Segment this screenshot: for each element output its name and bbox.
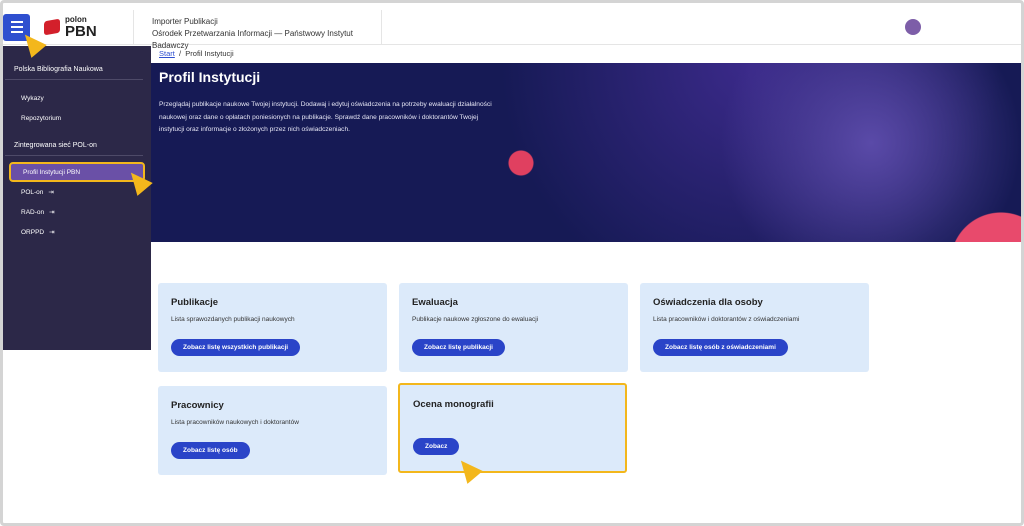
view-all-publications-button[interactable]: Zobacz listę wszystkich publikacji — [171, 339, 300, 356]
sidebar-item-label: ORPPD — [21, 229, 44, 236]
sidebar-item-label: Wykazy — [21, 95, 44, 102]
card-title: Ocena monografii — [413, 399, 612, 410]
sidebar-item-orppd[interactable]: ORPPD ⇥ — [3, 222, 151, 242]
card-ocena-monografii: Ocena monografii Zobacz — [398, 383, 627, 473]
breadcrumb-current: Profil Instytucji — [185, 49, 233, 58]
view-persons-statements-button[interactable]: Zobacz listę osób z oświadczeniami — [653, 339, 788, 356]
card-description: Lista pracowników i doktorantów z oświad… — [653, 316, 856, 323]
sidebar-section-polon: Zintegrowana sieć POL-on — [5, 142, 143, 156]
external-link-icon: ⇥ — [49, 228, 54, 236]
sidebar-item-repozytorium[interactable]: Repozytorium — [3, 108, 151, 128]
card-title: Ewaluacja — [412, 297, 615, 308]
hero-banner: Profil Instytucji Przeglądaj publikacje … — [151, 63, 1021, 242]
sidebar-item-radon[interactable]: RAD-on ⇥ — [3, 202, 151, 222]
view-persons-button[interactable]: Zobacz listę osób — [171, 442, 250, 459]
card-title: Pracownicy — [171, 400, 374, 411]
org-name: Ośrodek Przetwarzania Informacji — Państ… — [152, 28, 381, 52]
app-title: Importer Publikacji — [152, 16, 381, 28]
top-header: polonPBN Importer Publikacji Ośrodek Prz… — [3, 10, 1021, 45]
view-monograph-button[interactable]: Zobacz — [413, 438, 459, 455]
view-publications-button[interactable]: Zobacz listę publikacji — [412, 339, 505, 356]
sidebar-section-pbn: Polska Bibliografia Naukowa — [5, 66, 143, 80]
polon-pbn-logo[interactable]: polonPBN — [44, 10, 134, 45]
page-description: Przeglądaj publikacje naukowe Twojej ins… — [159, 99, 504, 137]
external-link-icon: ⇥ — [48, 188, 53, 196]
external-link-icon: ⇥ — [49, 208, 54, 216]
card-pracownicy: Pracownicy Lista pracowników naukowych i … — [158, 386, 387, 475]
pbn-logo-icon — [44, 19, 60, 36]
sidebar-item-label: POL-on — [21, 189, 43, 196]
sidebar: Polska Bibliografia Naukowa Wykazy Repoz… — [3, 46, 151, 350]
logo-pbn: PBN — [65, 24, 97, 39]
breadcrumb-start-link[interactable]: Start — [159, 49, 175, 58]
card-publikacje: Publikacje Lista sprawozdanych publikacji… — [158, 283, 387, 372]
card-ewaluacja: Ewaluacja Publikacje naukowe zgłoszone do… — [399, 283, 628, 372]
sidebar-item-wykazy[interactable]: Wykazy — [3, 88, 151, 108]
breadcrumb-separator: / — [179, 49, 181, 58]
card-oswiadczenia: Oświadczenia dla osoby Lista pracowników … — [640, 283, 869, 372]
card-description: Lista sprawozdanych publikacji naukowych — [171, 316, 374, 323]
card-title: Oświadczenia dla osoby — [653, 297, 856, 308]
card-title: Publikacje — [171, 297, 374, 308]
sidebar-item-label: RAD-on — [21, 209, 44, 216]
user-avatar-icon[interactable] — [905, 19, 921, 35]
card-description: Lista pracowników naukowych i doktorantó… — [171, 419, 374, 426]
breadcrumb: Start / Profil Instytucji — [159, 49, 234, 58]
card-description: Publikacje naukowe zgłoszone do ewaluacj… — [412, 316, 615, 323]
page-title: Profil Instytucji — [159, 69, 1021, 85]
sidebar-item-label: Repozytorium — [21, 115, 61, 122]
sidebar-item-label: Profil Instytucji PBN — [23, 169, 80, 176]
